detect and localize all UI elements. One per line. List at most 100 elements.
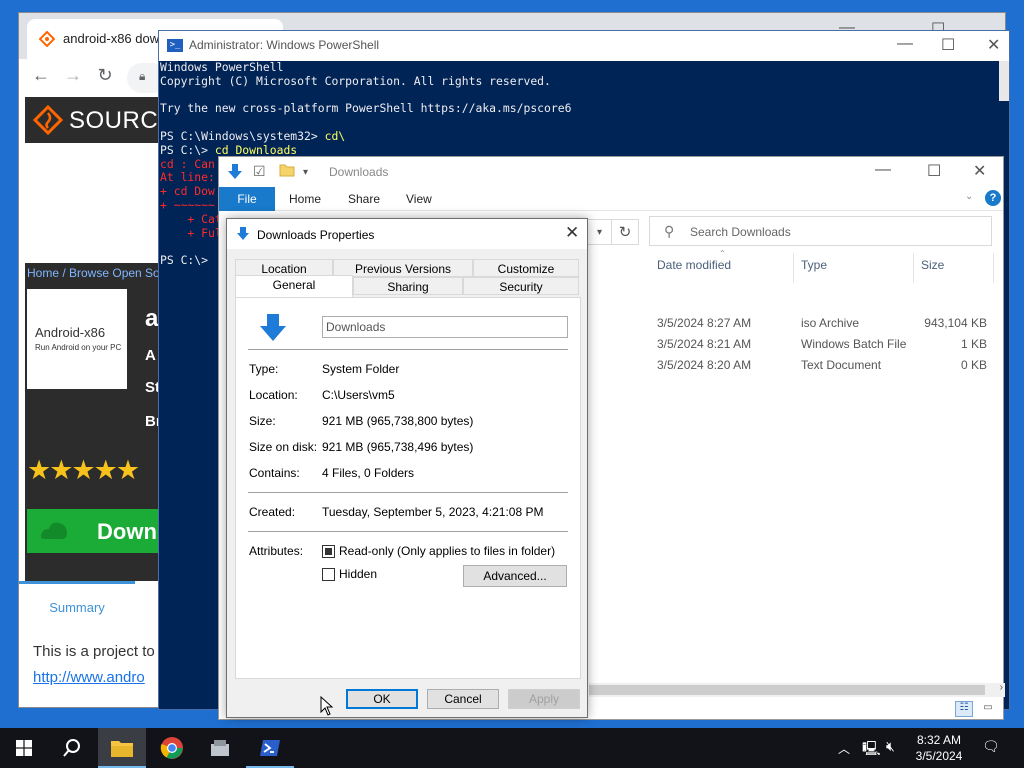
project-title-fragment: a (145, 305, 159, 332)
reload-icon[interactable]: ↻ (93, 65, 117, 86)
ribbon-share-tab[interactable]: Share (348, 192, 380, 206)
ex-close-icon[interactable]: ✕ (973, 161, 986, 181)
row-3-size[interactable]: 0 KB (909, 358, 987, 372)
divider (248, 492, 568, 493)
project-logo-name: Android-x86 (35, 325, 106, 340)
ribbon-expand-chevron-icon[interactable]: ⌄ (965, 191, 973, 202)
row-3-type[interactable]: Text Document (801, 358, 881, 372)
refresh-icon[interactable]: ↻ (611, 219, 639, 245)
column-divider[interactable] (793, 253, 794, 283)
hidden-checkbox[interactable] (322, 568, 335, 581)
network-icon[interactable]: 🖳︎ (862, 738, 881, 762)
console-error-line: cd : Can (160, 156, 215, 171)
row-1-date[interactable]: 3/5/2024 8:27 AM (657, 316, 751, 330)
volume-muted-icon[interactable]: 🔇︎ (886, 738, 895, 755)
forward-arrow-icon[interactable]: → (61, 65, 85, 86)
general-tab-panel: Downloads Type: System Folder Location: … (235, 297, 581, 716)
search-icon: ⚲ (664, 223, 675, 239)
readonly-checkbox[interactable] (322, 545, 335, 558)
downloads-folder-large-icon (260, 314, 286, 341)
taskbar-powershell[interactable] (246, 728, 294, 768)
console-prompt: PS C:\> (160, 142, 215, 157)
summary-tab[interactable]: Summary (19, 581, 135, 631)
tab-sharing[interactable]: Sharing (353, 277, 463, 295)
help-icon[interactable]: ? (985, 190, 1001, 206)
row-2-type[interactable]: Windows Batch File (801, 337, 906, 351)
row-3-date[interactable]: 3/5/2024 8:20 AM (657, 358, 751, 372)
row-2-date[interactable]: 3/5/2024 8:21 AM (657, 337, 751, 351)
powershell-titlebar[interactable]: >_ Administrator: Windows PowerShell — ☐… (159, 31, 1009, 61)
tab-general[interactable]: General (235, 275, 353, 297)
column-type[interactable]: Type (801, 258, 827, 272)
size-on-disk-value: 921 MB (965,738,496 bytes) (322, 440, 474, 454)
powershell-scrollbar[interactable] (999, 61, 1009, 101)
address-dropdown-icon[interactable]: ▾ (587, 219, 611, 245)
breadcrumb[interactable]: Home / Browse Open Sou (25, 263, 159, 285)
taskbar-app-installer[interactable] (196, 728, 244, 768)
horizontal-scrollbar[interactable]: › (589, 682, 1005, 697)
dialog-titlebar[interactable]: Downloads Properties ✕ (227, 219, 587, 249)
console-prompt: PS C:\> (160, 253, 209, 268)
tab-security[interactable]: Security (463, 277, 579, 295)
attributes-label: Attributes: (249, 544, 304, 558)
column-divider[interactable] (913, 253, 914, 283)
project-link[interactable]: http://www.andro (33, 669, 159, 686)
console-error-line: + cd Dow (160, 184, 215, 199)
size-label: Size: (249, 414, 276, 428)
details-view-icon[interactable]: ☷ (955, 701, 973, 717)
folder-name-field[interactable]: Downloads (322, 316, 568, 338)
notifications-icon[interactable]: 🗨︎ (982, 738, 1000, 755)
properties-quick-icon[interactable]: ☑ (253, 163, 266, 180)
size-value: 921 MB (965,738,800 bytes) (322, 414, 474, 428)
ribbon-view-tab[interactable]: View (406, 192, 432, 206)
downloads-folder-icon (228, 164, 242, 179)
sourceforge-header: SOURCE (25, 97, 174, 143)
scrollbar-thumb[interactable] (589, 685, 985, 695)
taskbar-clock[interactable]: 8:32 AM 3/5/2024 (904, 732, 974, 764)
back-arrow-icon[interactable]: ← (29, 65, 53, 86)
taskbar-chrome[interactable] (148, 728, 196, 768)
cancel-button[interactable]: Cancel (427, 689, 499, 709)
view-switcher: ☷ ▭ (955, 699, 999, 719)
advanced-button[interactable]: Advanced... (463, 565, 567, 587)
row-1-type[interactable]: iso Archive (801, 316, 859, 330)
row-2-size[interactable]: 1 KB (909, 337, 987, 351)
taskbar-file-explorer[interactable] (98, 728, 146, 768)
ex-minimize-icon[interactable]: — (875, 161, 891, 179)
sourceforge-logo-icon (33, 105, 63, 135)
created-value: Tuesday, September 5, 2023, 4:21:08 PM (322, 505, 544, 519)
ps-maximize-icon[interactable]: ☐ (941, 35, 955, 55)
hidden-label[interactable]: Hidden (339, 567, 377, 581)
dialog-close-icon[interactable]: ✕ (565, 223, 579, 243)
new-folder-quick-icon[interactable] (279, 163, 295, 180)
start-button[interactable] (0, 728, 48, 768)
search-box[interactable]: ⚲ Search Downloads (649, 216, 992, 246)
scroll-right-arrow-icon[interactable]: › (1000, 682, 1003, 693)
column-divider[interactable] (993, 253, 994, 283)
tab-previous-versions[interactable]: Previous Versions (333, 259, 473, 277)
console-prompt: PS C:\Windows\system32> (160, 128, 325, 143)
clock-time: 8:32 AM (916, 733, 962, 747)
large-icons-view-icon[interactable]: ▭ (979, 701, 997, 717)
column-date-modified[interactable]: Date modified (657, 258, 731, 272)
apply-button[interactable]: Apply (508, 689, 580, 709)
ex-maximize-icon[interactable]: ☐ (927, 161, 941, 181)
row-1-size[interactable]: 943,104 KB (909, 316, 987, 330)
ps-minimize-icon[interactable]: — (897, 35, 913, 53)
column-size[interactable]: Size (921, 258, 944, 272)
tab-customize[interactable]: Customize (473, 259, 579, 277)
download-button[interactable]: Down (27, 509, 159, 553)
explorer-titlebar[interactable]: ☑ ▾ Downloads — ☐ ✕ (219, 157, 1003, 187)
ribbon-home-tab[interactable]: Home (289, 192, 321, 206)
properties-dialog[interactable]: Downloads Properties ✕ Location Previous… (226, 218, 588, 718)
powershell-taskbar-icon (260, 740, 280, 756)
ok-button[interactable]: OK (346, 689, 418, 709)
project-description: This is a project to (33, 643, 155, 660)
quick-access-dropdown-icon[interactable]: ▾ (303, 167, 308, 178)
ribbon-file-tab[interactable]: File (219, 187, 275, 211)
search-taskbar-button[interactable] (48, 728, 96, 768)
ps-close-icon[interactable]: ✕ (987, 35, 1000, 55)
tray-chevron-up-icon[interactable]: ︿ (838, 740, 850, 757)
readonly-label[interactable]: Read-only (Only applies to files in fold… (339, 544, 555, 558)
console-command: cd\ (324, 128, 346, 143)
